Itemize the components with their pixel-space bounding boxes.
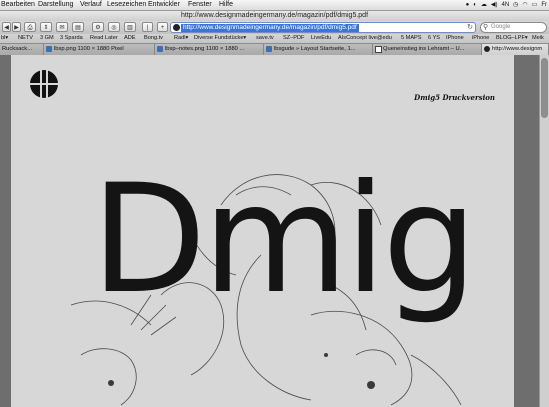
tab-label: Rucksack...: [2, 46, 32, 52]
sz-logo-icon: [375, 46, 382, 53]
bookmark-item[interactable]: 6 YS: [428, 34, 440, 43]
image-icon: [157, 46, 163, 52]
bookmark-item[interactable]: Bong.tv: [144, 34, 163, 43]
menu-view[interactable]: Darstellung: [38, 0, 73, 10]
search-placeholder: Google: [491, 24, 511, 30]
address-bar[interactable]: http://www.designmadeingermany.de/magazi…: [170, 22, 476, 33]
menu-history[interactable]: Verlauf: [80, 0, 102, 10]
bookmark-item[interactable]: IPhone: [446, 34, 464, 43]
site-favicon: [173, 24, 180, 31]
image-icon: [46, 46, 52, 52]
zoom-icon[interactable]: ⇕: [40, 22, 52, 32]
bookmark-item[interactable]: Radl▾: [174, 34, 188, 43]
bookmark-item[interactable]: 3 GM: [40, 34, 54, 43]
status-icon[interactable]: ●: [466, 0, 470, 10]
reload-icon[interactable]: ↻: [467, 24, 473, 32]
tab-label: Queneinstieg ins Lehramt – U...: [383, 46, 465, 52]
wifi-icon[interactable]: ◠: [522, 0, 527, 10]
tab[interactable]: lbsp.png 1100 × 1880 Pixel: [44, 44, 155, 55]
bookmark-item[interactable]: LiveEdu: [311, 34, 331, 43]
bookmark-item[interactable]: Read Later: [90, 34, 118, 43]
menubar-status: ● ◐ ☁ ◀) 4N ◷ ◠ ▭ Fr: [466, 0, 547, 10]
bookmark-item[interactable]: ADE: [124, 34, 136, 43]
scrollbar-thumb[interactable]: [541, 58, 548, 118]
pdf-viewer[interactable]: Dmig5 Druckversion Dmig: [0, 55, 549, 407]
bookmark-item[interactable]: Diverse Fundstücke▾: [194, 34, 246, 43]
magazine-title: Dmig: [91, 153, 478, 327]
menubar: Bearbeiten Darstellung Verlauf Lesezeich…: [0, 0, 549, 11]
tab[interactable]: Rucksack...: [0, 44, 44, 55]
time-machine-icon[interactable]: ◷: [513, 0, 518, 10]
bookmark-toggle-icon[interactable]: |: [142, 22, 153, 32]
pdf-page: Dmig5 Druckversion Dmig: [11, 55, 514, 407]
tab-label: lbsp.png 1100 × 1880 Pixel: [54, 46, 124, 52]
mail-icon[interactable]: ✉: [56, 22, 68, 32]
address-text[interactable]: http://www.designmadeingermany.de/magazi…: [181, 24, 359, 32]
bookmark-item[interactable]: 3 Sparda: [60, 34, 83, 43]
site-favicon: [484, 46, 490, 52]
search-icon: ⚲: [483, 24, 489, 31]
search-field[interactable]: ⚲ Google: [480, 22, 547, 33]
status-icon[interactable]: ◐: [473, 0, 477, 10]
bookmark-item[interactable]: Meik: [532, 34, 544, 43]
tools-icon[interactable]: ⚙: [92, 22, 104, 32]
target-icon[interactable]: ◎: [108, 22, 120, 32]
battery-icon[interactable]: ▭: [532, 0, 538, 10]
menu-bookmarks[interactable]: Lesezeichen: [107, 0, 146, 10]
menu-help[interactable]: Hilfe: [219, 0, 233, 10]
browser-toolbar: ◀ ▶ ⎙ ⇕ ✉ ▤ ⚙ ◎ ▥ | + http://www.designm…: [0, 21, 549, 34]
document-header-title: Dmig5 Druckversion: [414, 93, 495, 102]
bookmarks-bar: bl▾ NETV 3 GM 3 Sparda Read Later ADE Bo…: [0, 34, 549, 43]
keyboard-status[interactable]: 4N: [501, 0, 509, 10]
menu-window[interactable]: Fenster: [188, 0, 212, 10]
bookmark-item[interactable]: save.tv: [256, 34, 274, 43]
tab-label: http://www.designm: [492, 46, 543, 52]
page-icon: [266, 46, 272, 52]
dmig-logo-icon: [30, 70, 58, 98]
bookmark-item[interactable]: 5 MAPS: [401, 34, 422, 43]
status-icon[interactable]: ☁: [481, 0, 487, 10]
tab-active[interactable]: http://www.designm: [482, 44, 549, 55]
reader-icon[interactable]: ▤: [72, 22, 84, 32]
menu-develop[interactable]: Entwickler: [148, 0, 180, 10]
volume-icon[interactable]: ◀): [491, 0, 498, 10]
bookmark-item[interactable]: bl▾: [1, 34, 8, 43]
bookmark-item[interactable]: NETV: [18, 34, 33, 43]
tab[interactable]: lbsp–notes.png 1100 × 1880 ...: [155, 44, 264, 55]
add-bookmark-button[interactable]: +: [157, 22, 168, 32]
print-icon[interactable]: ⎙: [24, 22, 36, 32]
tab[interactable]: Queneinstieg ins Lehramt – U...: [373, 44, 482, 55]
bookmark-item[interactable]: iPhone: [472, 34, 489, 43]
sidebar-icon[interactable]: ▥: [124, 22, 136, 32]
tab-label: lbsp–notes.png 1100 × 1880 ...: [165, 46, 245, 52]
forward-button[interactable]: ▶: [12, 22, 21, 32]
bookmark-item[interactable]: SZ–PDF: [283, 34, 304, 43]
menu-edit[interactable]: Bearbeiten: [1, 0, 35, 10]
tab-label: lbsgude » Layout Startseite, 1...: [274, 46, 356, 52]
bookmark-item[interactable]: AIsConcept live@edu: [338, 34, 392, 43]
tab[interactable]: lbsgude » Layout Startseite, 1...: [264, 44, 373, 55]
clock[interactable]: Fr: [541, 0, 547, 10]
back-button[interactable]: ◀: [2, 22, 11, 32]
bookmark-item[interactable]: BLOG–LPF▾: [496, 34, 528, 43]
window-title: http://www.designmadeingermany.de/magazi…: [0, 11, 549, 21]
